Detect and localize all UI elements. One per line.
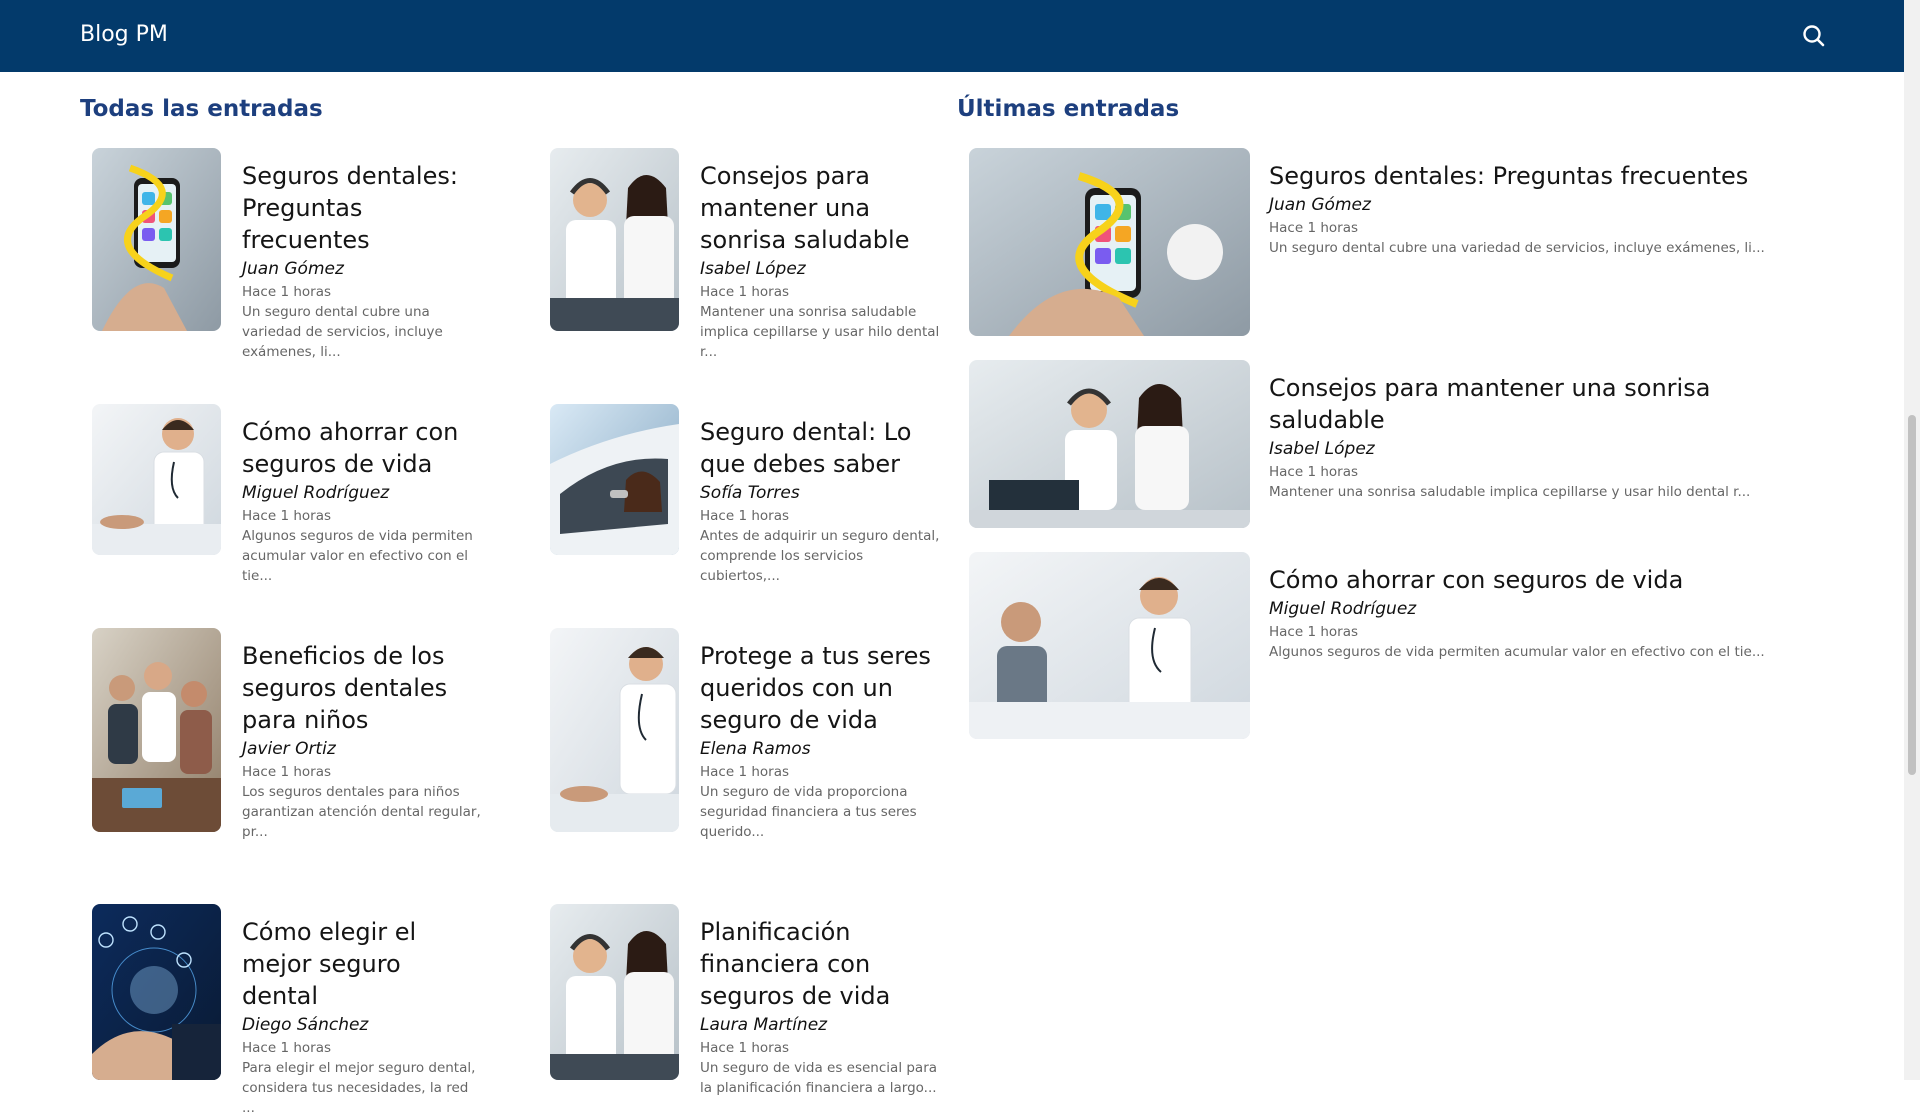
post-title[interactable]: Seguro dental: Lo que debes saber xyxy=(700,416,940,480)
post-excerpt: Algunos seguros de vida permiten acumula… xyxy=(242,528,473,584)
post-info: Beneficios de los seguros dentales para … xyxy=(242,628,482,842)
post-thumbnail[interactable] xyxy=(969,360,1250,528)
post-info: Consejos para mantener una sonrisa salud… xyxy=(1269,360,1829,502)
post-thumbnail[interactable] xyxy=(92,904,221,1080)
post-excerpt: Un seguro de vida proporciona seguridad … xyxy=(700,784,917,840)
post-time: Hace 1 horas xyxy=(242,284,331,300)
post-info: Planificación financiera con seguros de … xyxy=(700,904,940,1098)
post-author: Elena Ramos xyxy=(700,739,811,759)
brand-logo[interactable]: Blog PM xyxy=(80,22,168,47)
post-time: Hace 1 horas xyxy=(1269,220,1358,236)
post-info: Cómo ahorrar con seguros de vida Miguel … xyxy=(242,404,482,586)
post-time: Hace 1 horas xyxy=(242,508,331,524)
post-title[interactable]: Seguros dentales: Preguntas frecuentes xyxy=(242,160,482,256)
post-thumbnail[interactable] xyxy=(550,904,679,1080)
post-excerpt: Un seguro dental cubre una variedad de s… xyxy=(242,304,443,360)
post-excerpt: Para elegir el mejor seguro dental, cons… xyxy=(242,1060,476,1116)
page-scrollbar[interactable] xyxy=(1904,0,1920,1080)
post-thumbnail[interactable] xyxy=(969,148,1250,336)
post-author: Juan Gómez xyxy=(242,259,344,279)
post-author: Laura Martínez xyxy=(700,1015,828,1035)
post-excerpt: Los seguros dentales para niños garantiz… xyxy=(242,784,481,840)
search-icon[interactable] xyxy=(1800,22,1828,50)
post-title[interactable]: Cómo ahorrar con seguros de vida xyxy=(1269,564,1829,596)
post-info: Consejos para mantener una sonrisa salud… xyxy=(700,148,940,362)
post-author: Diego Sánchez xyxy=(242,1015,369,1035)
post-title[interactable]: Cómo ahorrar con seguros de vida xyxy=(242,416,482,480)
latest-posts-heading: Últimas entradas xyxy=(957,96,1180,122)
post-info: Cómo elegir el mejor seguro dental Diego… xyxy=(242,904,482,1118)
post-thumbnail[interactable] xyxy=(92,628,221,832)
post-excerpt: Antes de adquirir un seguro dental, comp… xyxy=(700,528,940,584)
post-excerpt: Un seguro de vida es esencial para la pl… xyxy=(700,1060,938,1096)
post-excerpt: Mantener una sonrisa saludable implica c… xyxy=(1269,484,1751,500)
post-title[interactable]: Planificación financiera con seguros de … xyxy=(700,916,940,1012)
post-info: Protege a tus seres queridos con un segu… xyxy=(700,628,940,842)
post-time: Hace 1 horas xyxy=(242,1040,331,1056)
post-author: Miguel Rodríguez xyxy=(242,483,390,503)
post-thumbnail[interactable] xyxy=(92,148,221,331)
post-excerpt: Un seguro dental cubre una variedad de s… xyxy=(1269,240,1765,256)
post-thumbnail[interactable] xyxy=(92,404,221,555)
post-time: Hace 1 horas xyxy=(1269,624,1358,640)
post-title[interactable]: Consejos para mantener una sonrisa salud… xyxy=(1269,372,1829,436)
scrollbar-thumb[interactable] xyxy=(1908,415,1916,775)
post-time: Hace 1 horas xyxy=(1269,464,1358,480)
post-thumbnail[interactable] xyxy=(969,552,1250,739)
post-time: Hace 1 horas xyxy=(242,764,331,780)
post-time: Hace 1 horas xyxy=(700,508,789,524)
post-info: Seguros dentales: Preguntas frecuentes J… xyxy=(1269,148,1829,258)
post-title[interactable]: Protege a tus seres queridos con un segu… xyxy=(700,640,940,736)
post-info: Cómo ahorrar con seguros de vida Miguel … xyxy=(1269,552,1829,662)
post-time: Hace 1 horas xyxy=(700,284,789,300)
post-author: Juan Gómez xyxy=(1269,195,1371,215)
post-author: Miguel Rodríguez xyxy=(1269,599,1417,619)
post-info: Seguro dental: Lo que debes saber Sofía … xyxy=(700,404,940,586)
post-thumbnail[interactable] xyxy=(550,628,679,832)
post-time: Hace 1 horas xyxy=(700,764,789,780)
post-thumbnail[interactable] xyxy=(550,404,679,555)
post-time: Hace 1 horas xyxy=(700,1040,789,1056)
post-title[interactable]: Beneficios de los seguros dentales para … xyxy=(242,640,482,736)
post-title[interactable]: Seguros dentales: Preguntas frecuentes xyxy=(1269,160,1829,192)
post-author: Sofía Torres xyxy=(700,483,800,503)
post-excerpt: Algunos seguros de vida permiten acumula… xyxy=(1269,644,1765,660)
post-author: Isabel López xyxy=(700,259,806,279)
all-posts-heading: Todas las entradas xyxy=(80,96,323,122)
post-info: Seguros dentales: Preguntas frecuentes J… xyxy=(242,148,482,362)
post-title[interactable]: Consejos para mantener una sonrisa salud… xyxy=(700,160,940,256)
post-excerpt: Mantener una sonrisa saludable implica c… xyxy=(700,304,940,360)
post-author: Isabel López xyxy=(1269,439,1375,459)
top-navbar: Blog PM xyxy=(0,0,1904,72)
post-title[interactable]: Cómo elegir el mejor seguro dental xyxy=(242,916,482,1012)
post-thumbnail[interactable] xyxy=(550,148,679,331)
post-author: Javier Ortiz xyxy=(242,739,336,759)
